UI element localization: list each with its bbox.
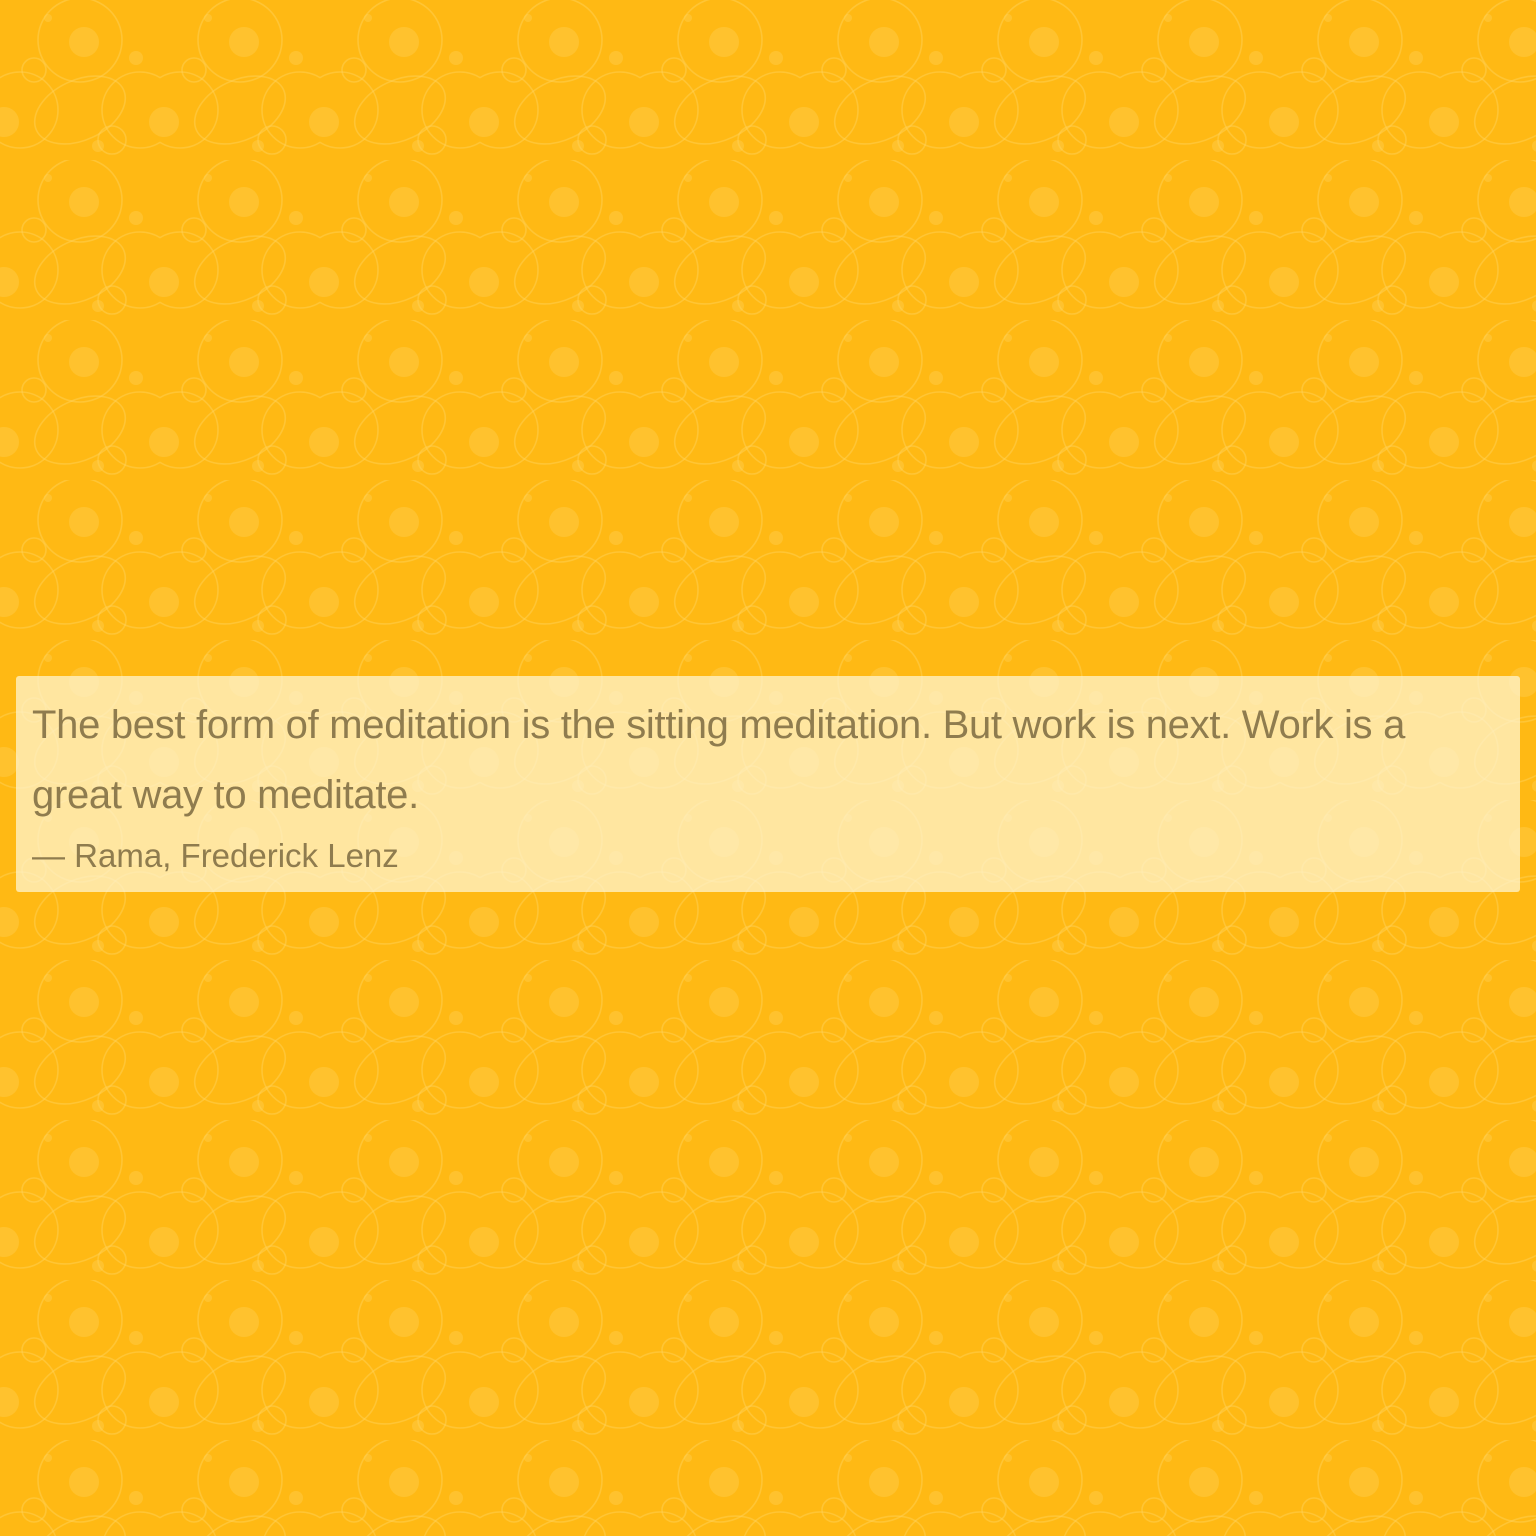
quote-panel: The best form of meditation is the sitti…	[16, 676, 1520, 892]
quote-attribution: — Rama, Frederick Lenz	[32, 837, 399, 874]
quote-text: The best form of meditation is the sitti…	[32, 703, 1406, 817]
